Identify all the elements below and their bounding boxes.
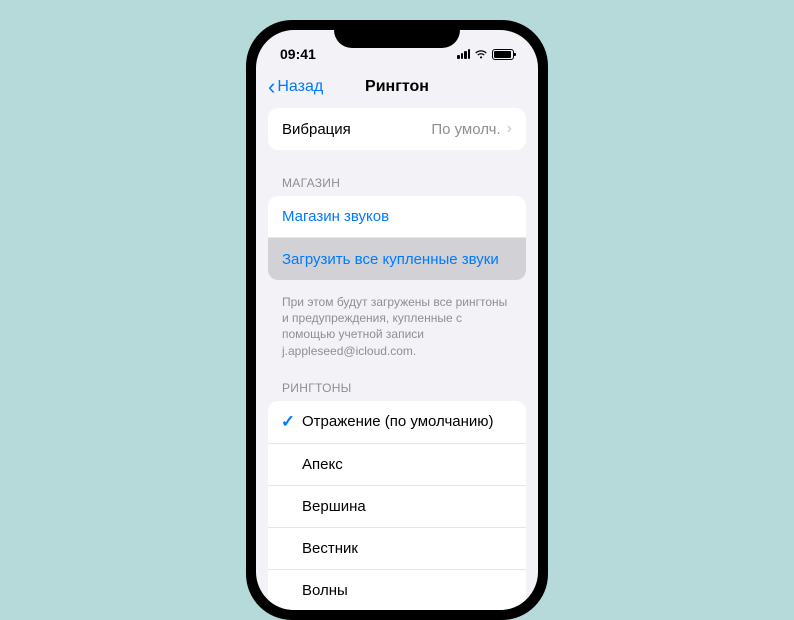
notch	[334, 20, 460, 48]
ringtone-item[interactable]: ✓ Отражение (по умолчанию)	[268, 401, 526, 444]
tone-store-cell[interactable]: Магазин звуков	[268, 196, 526, 238]
store-group: Магазин звуков Загрузить все купленные з…	[268, 196, 526, 280]
download-all-label: Загрузить все купленные звуки	[282, 251, 512, 268]
screen: 09:41 ‹ Назад Рингтон	[256, 30, 538, 610]
ringtone-label: Апекс	[302, 456, 343, 473]
nav-bar: ‹ Назад Рингтон	[256, 68, 538, 108]
ringtone-item[interactable]: Вестник	[268, 528, 526, 570]
vibration-cell[interactable]: Вибрация По умолч. ›	[268, 108, 526, 150]
store-header: МАГАЗИН	[268, 158, 526, 196]
chevron-left-icon: ‹	[268, 76, 275, 98]
page-title: Рингтон	[365, 78, 429, 96]
vibration-group: Вибрация По умолч. ›	[268, 108, 526, 150]
ringtone-label: Вестник	[302, 540, 358, 557]
chevron-right-icon: ›	[507, 120, 512, 138]
back-button[interactable]: ‹ Назад	[268, 76, 323, 98]
ringtones-header: РИНГТОНЫ	[268, 363, 526, 401]
download-all-cell[interactable]: Загрузить все купленные звуки	[268, 238, 526, 280]
ringtone-item[interactable]: Волны	[268, 570, 526, 610]
battery-icon	[492, 49, 514, 60]
checkmark-icon: ✓	[281, 412, 295, 432]
wifi-icon	[474, 49, 488, 60]
vibration-value: По умолч.	[431, 121, 500, 138]
ringtone-label: Вершина	[302, 498, 366, 515]
back-label: Назад	[277, 78, 323, 96]
vibration-label: Вибрация	[282, 121, 431, 138]
tone-store-label: Магазин звуков	[282, 208, 512, 225]
status-time: 09:41	[280, 46, 340, 62]
ringtone-label: Волны	[302, 582, 348, 599]
ringtones-group: ✓ Отражение (по умолчанию) Апекс Вершина…	[268, 401, 526, 610]
store-footer: При этом будут загружены все рингтоны и …	[268, 288, 526, 363]
phone-frame: 09:41 ‹ Назад Рингтон	[246, 20, 548, 620]
ringtone-item[interactable]: Апекс	[268, 444, 526, 486]
cellular-icon	[457, 49, 470, 59]
ringtone-label: Отражение (по умолчанию)	[302, 413, 494, 430]
ringtone-item[interactable]: Вершина	[268, 486, 526, 528]
